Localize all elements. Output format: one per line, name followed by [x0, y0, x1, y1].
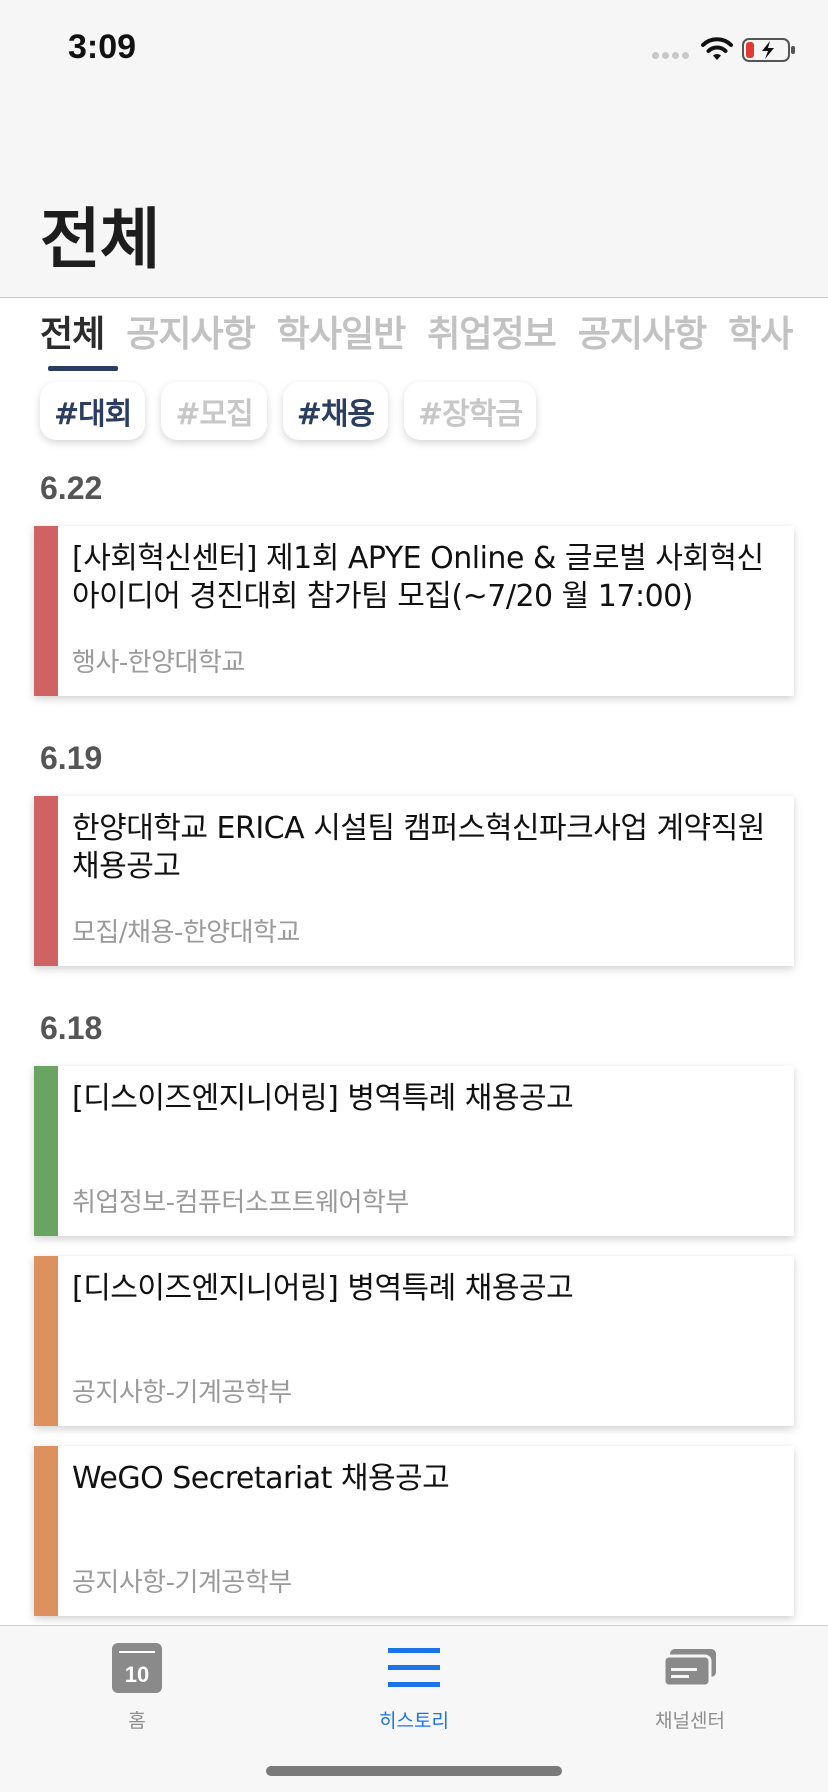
- notice-source: 공지사항-기계공학부: [72, 1568, 292, 1598]
- category-color-bar: [34, 1256, 58, 1426]
- hashtag-chip[interactable]: #채용: [282, 382, 389, 440]
- tabbar-channels[interactable]: 채널센터: [610, 1640, 770, 1733]
- category-color-bar: [34, 796, 58, 966]
- date-header: 6.19: [40, 740, 103, 776]
- calendar-icon: 10: [112, 1643, 162, 1693]
- battery-icon: [742, 38, 795, 62]
- tab-0[interactable]: 전체: [40, 308, 105, 362]
- notice-card[interactable]: [디스이즈엔지니어링] 병역특례 채용공고취업정보-컴퓨터소프트웨어학부: [34, 1066, 794, 1236]
- hashtag-chip[interactable]: #장학금: [404, 382, 536, 440]
- category-tabs: 전체 공지사항 학사일반 취업정보 공지사항 학사: [40, 308, 828, 378]
- notice-card[interactable]: WeGO Secretariat 채용공고공지사항-기계공학부: [34, 1446, 794, 1616]
- notice-card[interactable]: [디스이즈엔지니어링] 병역특례 채용공고공지사항-기계공학부: [34, 1256, 794, 1426]
- calendar-day: 10: [125, 1662, 149, 1687]
- notice-title: [디스이즈엔지니어링] 병역특례 채용공고: [72, 1081, 574, 1116]
- hashtag-chip[interactable]: #모집: [161, 382, 267, 440]
- tab-1[interactable]: 공지사항: [126, 308, 255, 362]
- header-divider: [0, 297, 828, 298]
- notice-source: 취업정보-컴퓨터소프트웨어학부: [72, 1188, 409, 1218]
- tabbar-history[interactable]: 히스토리: [334, 1640, 494, 1733]
- list-icon: [388, 1648, 440, 1687]
- tab-2[interactable]: 학사일반: [277, 308, 406, 362]
- tabbar-channels-label: 채널센터: [655, 1710, 725, 1732]
- tabbar-home[interactable]: 10 홈: [57, 1640, 217, 1733]
- notice-title: [사회혁신센터] 제1회 APYE Online & 글로벌 사회혁신아이디어 …: [72, 541, 764, 614]
- tabbar-history-label: 히스토리: [379, 1710, 449, 1732]
- hashtag-chip[interactable]: #대회: [40, 382, 146, 440]
- status-bar: 3:09: [0, 0, 828, 100]
- hashtag-chips: #대회 #모집 #채용 #장학금: [40, 382, 536, 440]
- category-color-bar: [34, 1066, 58, 1236]
- cellular-signal-icon: [652, 52, 690, 60]
- notice-card[interactable]: [사회혁신센터] 제1회 APYE Online & 글로벌 사회혁신아이디어 …: [34, 526, 794, 696]
- notice-title: 한양대학교 ERICA 시설팀 캠퍼스혁신파크사업 계약직원 채용공고: [72, 811, 765, 884]
- status-time: 3:09: [68, 28, 137, 66]
- notice-source: 행사-한양대학교: [72, 648, 245, 678]
- page-title: 전체: [40, 201, 160, 278]
- category-color-bar: [34, 1446, 58, 1616]
- cards-icon: [662, 1649, 716, 1688]
- active-tab-indicator: [48, 366, 118, 371]
- notice-card[interactable]: 한양대학교 ERICA 시설팀 캠퍼스혁신파크사업 계약직원 채용공고모집/채용…: [34, 796, 794, 966]
- category-color-bar: [34, 526, 58, 696]
- date-header: 6.22: [40, 470, 103, 506]
- notice-source: 모집/채용-한양대학교: [72, 918, 300, 948]
- tabbar-home-label: 홈: [128, 1710, 146, 1732]
- notice-title: [디스이즈엔지니어링] 병역특례 채용공고: [72, 1271, 574, 1306]
- date-header: 6.18: [40, 1010, 103, 1046]
- tab-4[interactable]: 공지사항: [578, 308, 707, 362]
- tab-3[interactable]: 취업정보: [427, 308, 556, 362]
- notice-source: 공지사항-기계공학부: [72, 1378, 292, 1408]
- tab-5[interactable]: 학사: [728, 308, 793, 362]
- home-indicator: [266, 1766, 562, 1776]
- notice-title: WeGO Secretariat 채용공고: [72, 1461, 450, 1496]
- wifi-icon: [701, 37, 733, 60]
